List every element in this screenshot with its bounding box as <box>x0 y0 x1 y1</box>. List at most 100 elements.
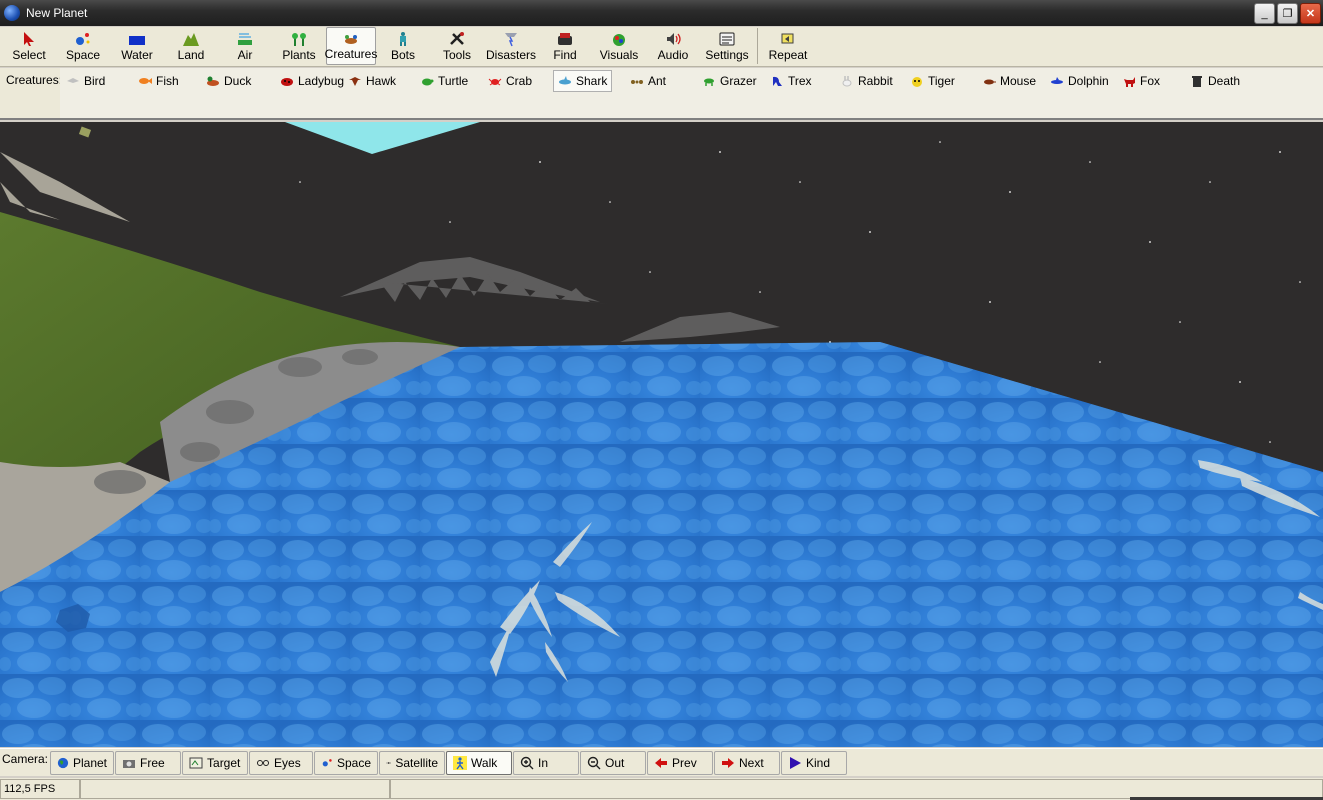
camera-bar: Camera: Planet Free Target Eyes Space Sa… <box>0 748 1323 776</box>
camera-button-label: Free <box>140 755 165 770</box>
tool-label: Find <box>553 48 577 62</box>
creature-tiger[interactable]: Tiger <box>906 70 959 92</box>
camera-next-button[interactable]: Next <box>714 750 781 775</box>
camera-label: Camera: <box>2 752 49 766</box>
camera-walk-button[interactable]: Walk <box>446 750 513 775</box>
creature-label: Fish <box>156 74 179 88</box>
plants-icon <box>292 33 306 46</box>
creature-label: Turtle <box>438 74 469 88</box>
camera-zoom-out-button[interactable]: Out <box>580 750 647 775</box>
creature-bird[interactable]: Bird <box>62 70 109 92</box>
target-icon <box>189 757 203 768</box>
zoom-out-icon <box>587 756 601 769</box>
tool-settings[interactable]: Settings <box>700 27 754 65</box>
tool-label: Bots <box>390 48 415 62</box>
camera-button-label: Walk <box>471 755 498 770</box>
duck-icon <box>207 76 219 86</box>
creature-duck[interactable]: Duck <box>202 70 255 92</box>
tool-label: Tools <box>442 48 471 62</box>
tool-disasters[interactable]: Disasters <box>484 27 538 65</box>
find-icon <box>558 33 572 45</box>
visuals-icon <box>613 34 625 46</box>
creature-fox[interactable]: Fox <box>1118 70 1164 92</box>
trash-icon <box>1192 76 1202 87</box>
camera-button-label: Space <box>336 755 372 770</box>
creature-ant[interactable]: Ant <box>626 70 670 92</box>
main-toolbar: Select Space Water Land Air Plants Creat… <box>0 27 1323 67</box>
creature-label: Grazer <box>720 74 757 88</box>
close-button[interactable]: ✕ <box>1300 3 1321 24</box>
tool-visuals[interactable]: Visuals <box>592 27 646 65</box>
camera-target-button[interactable]: Target <box>182 750 249 775</box>
camera-satellite-button[interactable]: Satellite <box>379 750 446 775</box>
tool-water[interactable]: Water <box>110 27 164 65</box>
tool-bots[interactable]: Bots <box>376 27 430 65</box>
creature-fish[interactable]: Fish <box>134 70 183 92</box>
zoom-in-icon <box>520 756 534 769</box>
planet-viewport[interactable] <box>0 122 1323 747</box>
creatures-icon <box>345 35 357 44</box>
minimize-button[interactable]: _ <box>1254 3 1275 24</box>
camera-button-label: Planet <box>72 755 108 770</box>
creature-label: Ant <box>648 74 667 88</box>
camera-button-label: Next <box>739 755 764 770</box>
tool-space[interactable]: Space <box>56 27 110 65</box>
tiger-icon <box>912 77 922 87</box>
trex-icon <box>773 76 782 86</box>
space-icon <box>76 33 90 45</box>
tool-repeat[interactable]: Repeat <box>761 27 815 65</box>
bots-icon <box>400 32 406 46</box>
creature-ladybug[interactable]: Ladybug <box>276 70 348 92</box>
arrow-right-icon <box>722 757 735 768</box>
creatures-palette: Bird Fish Duck Ladybug Hawk Turtle Crab … <box>60 68 1323 118</box>
creature-death[interactable]: Death <box>1186 70 1244 92</box>
air-icon <box>238 33 252 45</box>
creature-grazer[interactable]: Grazer <box>698 70 761 92</box>
camera-button-label: Out <box>605 755 625 770</box>
tool-label: Creatures <box>324 47 378 61</box>
creature-shark[interactable]: Shark <box>553 70 613 92</box>
camera-button-label: Eyes <box>274 755 301 770</box>
camera-eyes-button[interactable]: Eyes <box>249 750 314 775</box>
tool-select[interactable]: Select <box>2 27 56 65</box>
camera-space-button[interactable]: Space <box>314 750 379 775</box>
tool-tools[interactable]: Tools <box>430 27 484 65</box>
creature-label: Rabbit <box>858 74 893 88</box>
creature-label: Ladybug <box>298 74 345 88</box>
grazer-icon <box>704 78 714 86</box>
camera-free-button[interactable]: Free <box>115 750 182 775</box>
tool-plants[interactable]: Plants <box>272 27 326 65</box>
ant-icon <box>631 80 643 84</box>
creature-trex[interactable]: Trex <box>766 70 816 92</box>
camera-kind-button[interactable]: Kind <box>781 750 848 775</box>
tool-air[interactable]: Air <box>218 27 272 65</box>
restore-button[interactable]: ❐ <box>1277 3 1298 24</box>
camera-prev-button[interactable]: Prev <box>647 750 714 775</box>
space-icon <box>322 758 332 766</box>
satellite-icon <box>386 761 391 764</box>
camera-zoom-in-button[interactable]: In <box>513 750 580 775</box>
play-triangle-icon <box>790 756 802 769</box>
creature-rabbit[interactable]: Rabbit <box>836 70 897 92</box>
tool-find[interactable]: Find <box>538 27 592 65</box>
creature-dolphin[interactable]: Dolphin <box>1046 70 1113 92</box>
creature-hawk[interactable]: Hawk <box>344 70 400 92</box>
bird-icon <box>67 78 79 83</box>
status-panel-wide <box>390 779 1323 799</box>
tool-audio[interactable]: Audio <box>646 27 700 65</box>
creature-crab[interactable]: Crab <box>484 70 536 92</box>
audio-icon <box>667 33 681 45</box>
creatures-bar: Creatures: Bird Fish Duck Ladybug Hawk T… <box>0 68 1323 120</box>
tool-creatures[interactable]: Creatures <box>324 27 378 65</box>
globe-icon <box>57 757 69 768</box>
creature-turtle[interactable]: Turtle <box>416 70 472 92</box>
tool-land[interactable]: Land <box>164 27 218 65</box>
creature-label: Trex <box>788 74 812 88</box>
fox-icon <box>1124 77 1135 87</box>
ladybug-icon <box>281 78 293 86</box>
camera-planet-button[interactable]: Planet <box>50 750 115 775</box>
creatures-label: Creatures: <box>6 73 63 87</box>
select-arrow-icon <box>24 32 34 46</box>
repeat-icon <box>781 33 794 44</box>
creature-mouse[interactable]: Mouse <box>978 70 1040 92</box>
